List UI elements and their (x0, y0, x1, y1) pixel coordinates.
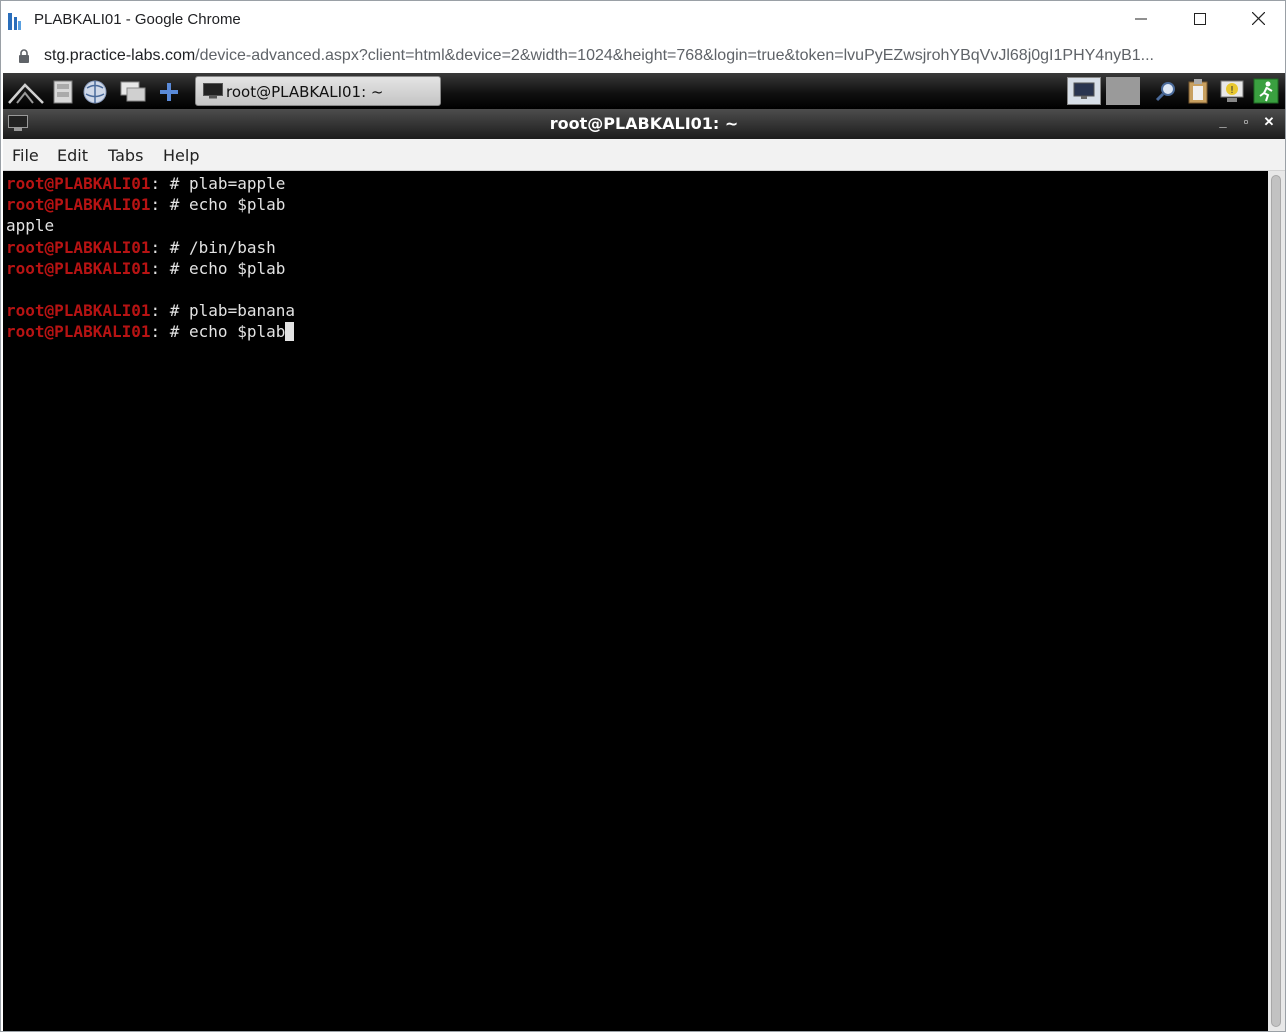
scrollbar-thumb[interactable] (1271, 175, 1281, 1027)
search-icon[interactable] (1149, 77, 1183, 105)
address-bar[interactable]: stg.practice-labs.com/device-advanced.as… (1, 41, 1285, 73)
menu-file[interactable]: File (12, 146, 39, 165)
prompt-suffix: : # (150, 322, 190, 342)
workspace-1-icon[interactable] (1067, 77, 1101, 105)
close-button[interactable] (1229, 1, 1286, 41)
prompt-user: root@PLABKALI01 (6, 301, 151, 321)
menu-tabs[interactable]: Tabs (108, 146, 143, 165)
terminal-icon (203, 83, 223, 104)
terminal-menubar: File Edit Tabs Help (3, 139, 1285, 171)
clipboard-icon[interactable] (1181, 77, 1215, 105)
text-cursor (285, 322, 295, 342)
terminal-close-button[interactable]: ✕ (1261, 114, 1277, 130)
lock-icon[interactable] (18, 49, 30, 69)
terminal-prompt-line: root@PLABKALI01: # /bin/bash (6, 237, 276, 258)
command-text: /bin/bash (189, 237, 276, 257)
url-path: /device-advanced.aspx?client=html&device… (195, 47, 1154, 64)
maximize-icon (1194, 12, 1206, 30)
url-host: stg.practice-labs.com (44, 47, 196, 64)
terminal-prompt-line: root@PLABKALI01: # echo $plab (6, 258, 285, 279)
prompt-user: root@PLABKALI01 (6, 322, 151, 342)
command-text: echo $plab (189, 322, 286, 342)
kali-menu-icon[interactable] (6, 78, 46, 106)
terminal-output-line: apple (6, 215, 54, 236)
prompt-user: root@PLABKALI01 (6, 195, 151, 215)
workspace-2-icon[interactable] (1106, 77, 1140, 105)
browser-titlebar: PLABKALI01 - Google Chrome (1, 1, 1285, 41)
prompt-suffix: : # (150, 258, 190, 278)
prompt-suffix: : # (150, 195, 190, 215)
command-text: plab=apple (189, 174, 286, 193)
prompt-user: root@PLABKALI01 (6, 258, 151, 278)
maximize-button[interactable] (1171, 1, 1229, 41)
taskbar: root@PLABKALI01: ~ ! (3, 73, 1285, 109)
browser-window: PLABKALI01 - Google Chrome stg.practice-… (0, 0, 1286, 1032)
taskbar-terminal-label: root@PLABKALI01: ~ (226, 83, 384, 101)
command-text: echo $plab (189, 195, 286, 215)
command-text: echo $plab (189, 258, 286, 278)
url-text[interactable]: stg.practice-labs.com/device-advanced.as… (44, 47, 1269, 65)
terminal-minimize-button[interactable]: _ (1215, 114, 1231, 129)
output-text: apple (6, 216, 55, 236)
prompt-suffix: : # (150, 237, 190, 257)
minimize-icon (1135, 12, 1147, 30)
close-icon (1251, 11, 1265, 30)
notification-icon[interactable]: ! (1215, 77, 1249, 105)
prompt-suffix: : # (150, 174, 190, 193)
logout-icon[interactable] (1249, 77, 1283, 105)
terminal-prompt-line: root@PLABKALI01: # plab=banana (6, 300, 295, 321)
menu-edit[interactable]: Edit (57, 146, 88, 165)
show-desktop-icon[interactable] (119, 78, 147, 106)
terminal-output[interactable]: root@PLABKALI01: # plab=apple root@PLABKA… (3, 171, 1268, 1031)
terminal-title: root@PLABKALI01: ~ (549, 114, 739, 133)
browser-icon[interactable] (81, 78, 109, 106)
taskbar-terminal-button[interactable]: root@PLABKALI01: ~ (195, 76, 441, 106)
terminal-prompt-line: root@PLABKALI01: # plab=apple (6, 173, 285, 194)
prompt-user: root@PLABKALI01 (6, 237, 151, 257)
add-icon[interactable] (155, 78, 183, 106)
terminal-maximize-button[interactable]: ▫ (1238, 114, 1254, 129)
prompt-user: root@PLABKALI01 (6, 174, 151, 193)
svg-text:!: ! (1230, 85, 1234, 96)
remote-desktop[interactable]: root@PLABKALI01: ~ ! root@PLABKALI01: ~ … (3, 73, 1285, 1031)
terminal-prompt-line: root@PLABKALI01: # echo $plab (6, 321, 295, 342)
minimize-button[interactable] (1112, 1, 1170, 41)
practice-labs-logo-icon (7, 11, 23, 31)
terminal-prompt-line: root@PLABKALI01: # echo $plab (6, 194, 285, 215)
terminal-scrollbar[interactable] (1268, 171, 1285, 1031)
command-text: plab=banana (189, 301, 295, 321)
menu-help[interactable]: Help (163, 146, 199, 165)
window-title: PLABKALI01 - Google Chrome (34, 11, 241, 28)
prompt-suffix: : # (150, 301, 190, 321)
file-manager-icon[interactable] (49, 78, 77, 106)
terminal-titlebar: root@PLABKALI01: ~ _ ▫ ✕ (3, 109, 1285, 139)
